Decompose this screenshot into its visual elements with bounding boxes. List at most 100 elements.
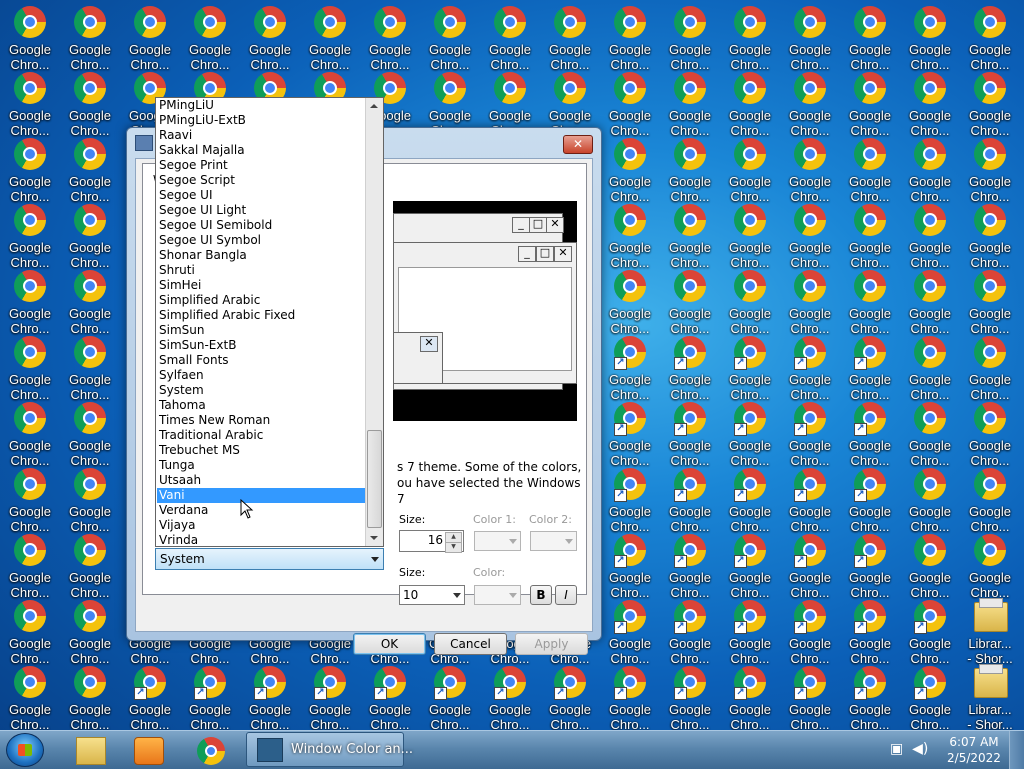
font-list-item[interactable]: Simplified Arabic — [157, 293, 366, 308]
appearance-preview[interactable]: _ □ ✕ _ □ ✕ ✕ — [393, 201, 577, 421]
desktop-icon-google-chrome[interactable]: GoogleChro... — [960, 462, 1020, 534]
desktop-icon-google-chrome[interactable]: GoogleChro... — [900, 396, 960, 468]
bold-toggle-button[interactable]: B — [530, 585, 552, 605]
desktop-icon-google-chrome[interactable]: ↗GoogleChro... — [720, 330, 780, 402]
font-list-item[interactable]: Sylfaen — [157, 368, 366, 383]
desktop-icon-google-chrome[interactable]: GoogleChro... — [0, 132, 60, 204]
start-button[interactable] — [6, 733, 44, 767]
desktop-icon-google-chrome[interactable]: ↗GoogleChro... — [420, 660, 480, 730]
taskbar-window-color-button[interactable]: Window Color an... — [246, 732, 413, 767]
font-list-item[interactable]: Vijaya — [157, 518, 366, 533]
desktop-icon-google-chrome[interactable]: ↗GoogleChro... — [720, 660, 780, 730]
desktop-icon-google-chrome[interactable]: ↗GoogleChro... — [840, 396, 900, 468]
desktop-icon-google-chrome[interactable]: ↗GoogleChro... — [180, 660, 240, 730]
spin-down-icon[interactable]: ▼ — [445, 542, 462, 553]
desktop-icon-google-chrome[interactable]: GoogleChro... — [0, 462, 60, 534]
font-list-item[interactable]: Shruti — [157, 263, 366, 278]
desktop-icon-google-chrome[interactable]: GoogleChro... — [0, 198, 60, 270]
font-list-item[interactable]: SimHei — [157, 278, 366, 293]
desktop-icon-google-chrome[interactable]: GoogleChro... — [120, 0, 180, 72]
desktop-icon-google-chrome[interactable]: GoogleChro... — [960, 330, 1020, 402]
desktop-icon-google-chrome[interactable]: GoogleChro... — [660, 198, 720, 270]
font-list-item[interactable]: Tahoma — [157, 398, 366, 413]
font-list-item[interactable]: Utsaah — [157, 473, 366, 488]
desktop-icon-google-chrome[interactable]: GoogleChro... — [600, 66, 660, 138]
desktop-icon-google-chrome[interactable]: ↗GoogleChro... — [120, 660, 180, 730]
desktop-icon-google-chrome[interactable]: ↗GoogleChro... — [720, 528, 780, 600]
italic-toggle-button[interactable]: I — [555, 585, 577, 605]
desktop-icon-google-chrome[interactable]: GoogleChro... — [660, 132, 720, 204]
desktop-icon-google-chrome[interactable]: ↗GoogleChro... — [720, 396, 780, 468]
desktop-icon-google-chrome[interactable]: ↗GoogleChro... — [840, 660, 900, 730]
desktop-icon-google-chrome[interactable]: GoogleChro... — [840, 0, 900, 72]
desktop-icon-google-chrome[interactable]: GoogleChro... — [720, 0, 780, 72]
desktop-icon-google-chrome[interactable]: GoogleChro... — [0, 264, 60, 336]
desktop-icon-google-chrome[interactable]: GoogleChro... — [840, 132, 900, 204]
desktop-icon-google-chrome[interactable]: ↗GoogleChro... — [300, 660, 360, 730]
desktop-icon-libraries[interactable]: Librar... - Shor... — [960, 660, 1020, 730]
volume-icon[interactable]: ◀) — [912, 741, 928, 757]
desktop-icon-google-chrome[interactable]: GoogleChro... — [900, 330, 960, 402]
desktop-icon-google-chrome[interactable]: GoogleChro... — [480, 66, 540, 138]
font-list-item[interactable]: Segoe UI Symbol — [157, 233, 366, 248]
desktop-icon-google-chrome[interactable]: GoogleChro... — [720, 198, 780, 270]
desktop-icon-google-chrome[interactable]: ↗GoogleChro... — [840, 330, 900, 402]
desktop-icon-google-chrome[interactable]: GoogleChro... — [60, 0, 120, 72]
desktop-icon-google-chrome[interactable]: GoogleChro... — [900, 264, 960, 336]
desktop-icon-google-chrome[interactable]: GoogleChro... — [60, 198, 120, 270]
desktop-icon-google-chrome[interactable]: GoogleChro... — [0, 66, 60, 138]
font-list-item[interactable]: Vrinda — [157, 533, 366, 546]
desktop-icon-google-chrome[interactable]: GoogleChro... — [780, 264, 840, 336]
desktop-icon-google-chrome[interactable]: GoogleChro... — [60, 66, 120, 138]
desktop-icon-google-chrome[interactable]: GoogleChro... — [0, 396, 60, 468]
font-list-item[interactable]: Times New Roman — [157, 413, 366, 428]
font-list-item[interactable]: Segoe Script — [157, 173, 366, 188]
desktop-icon-google-chrome[interactable]: GoogleChro... — [660, 0, 720, 72]
desktop-icon-google-chrome[interactable]: GoogleChro... — [540, 0, 600, 72]
desktop-icon-google-chrome[interactable]: GoogleChro... — [60, 660, 120, 730]
desktop-icon-google-chrome[interactable]: GoogleChro... — [960, 396, 1020, 468]
desktop-icon-google-chrome[interactable]: GoogleChro... — [960, 528, 1020, 600]
desktop-icon-google-chrome[interactable]: GoogleChro... — [780, 132, 840, 204]
font-list-item[interactable]: Segoe Print — [157, 158, 366, 173]
desktop-icon-google-chrome[interactable]: GoogleChro... — [840, 264, 900, 336]
scroll-up-icon[interactable] — [370, 104, 378, 108]
desktop-icon-google-chrome[interactable]: ↗GoogleChro... — [660, 660, 720, 730]
desktop-icon-google-chrome[interactable]: ↗GoogleChro... — [660, 396, 720, 468]
desktop-icon-google-chrome[interactable]: GoogleChro... — [960, 66, 1020, 138]
font-list-item[interactable]: Raavi — [157, 128, 366, 143]
desktop-icon-google-chrome[interactable]: GoogleChro... — [600, 198, 660, 270]
desktop-icon-google-chrome[interactable]: ↗GoogleChro... — [840, 594, 900, 666]
font-list-scrollbar[interactable] — [365, 98, 383, 546]
desktop-icon-google-chrome[interactable]: ↗GoogleChro... — [780, 396, 840, 468]
desktop-icon-google-chrome[interactable]: GoogleChro... — [660, 66, 720, 138]
item-color1-picker[interactable] — [474, 531, 521, 551]
desktop-icon-google-chrome[interactable]: GoogleChro... — [540, 66, 600, 138]
close-button[interactable]: ✕ — [563, 135, 593, 154]
desktop-icon-google-chrome[interactable]: ↗GoogleChro... — [720, 594, 780, 666]
desktop-icon-google-chrome[interactable]: GoogleChro... — [180, 0, 240, 72]
desktop-icon-google-chrome[interactable]: GoogleChro... — [60, 264, 120, 336]
desktop-icon-google-chrome[interactable]: GoogleChro... — [0, 0, 60, 72]
desktop-icon-google-chrome[interactable]: GoogleChro... — [900, 0, 960, 72]
desktop-icon-google-chrome[interactable]: GoogleChro... — [0, 594, 60, 666]
desktop-icon-google-chrome[interactable]: GoogleChro... — [780, 0, 840, 72]
font-select[interactable]: System — [155, 548, 384, 570]
desktop-icon-google-chrome[interactable]: GoogleChro... — [60, 528, 120, 600]
ok-button[interactable]: OK — [353, 633, 426, 655]
desktop-icon-google-chrome[interactable]: GoogleChro... — [720, 132, 780, 204]
desktop-icon-google-chrome[interactable]: GoogleChro... — [480, 0, 540, 72]
desktop-icon-google-chrome[interactable]: ↗GoogleChro... — [600, 396, 660, 468]
font-list-item[interactable]: Segoe UI Semibold — [157, 218, 366, 233]
desktop-icon-google-chrome[interactable]: GoogleChro... — [960, 198, 1020, 270]
apply-button[interactable]: Apply — [515, 633, 588, 655]
taskbar-chrome-button[interactable] — [184, 733, 240, 767]
desktop-icon-google-chrome[interactable]: ↗GoogleChro... — [780, 594, 840, 666]
desktop-icon-google-chrome[interactable]: ↗GoogleChro... — [600, 462, 660, 534]
font-list-item[interactable]: SimSun — [157, 323, 366, 338]
show-desktop-button[interactable] — [1009, 731, 1024, 769]
desktop-icon-google-chrome[interactable]: ↗GoogleChro... — [900, 660, 960, 730]
desktop-icon-google-chrome[interactable]: GoogleChro... — [900, 132, 960, 204]
desktop-icon-google-chrome[interactable]: ↗GoogleChro... — [600, 594, 660, 666]
font-list-item[interactable]: Traditional Arabic — [157, 428, 366, 443]
